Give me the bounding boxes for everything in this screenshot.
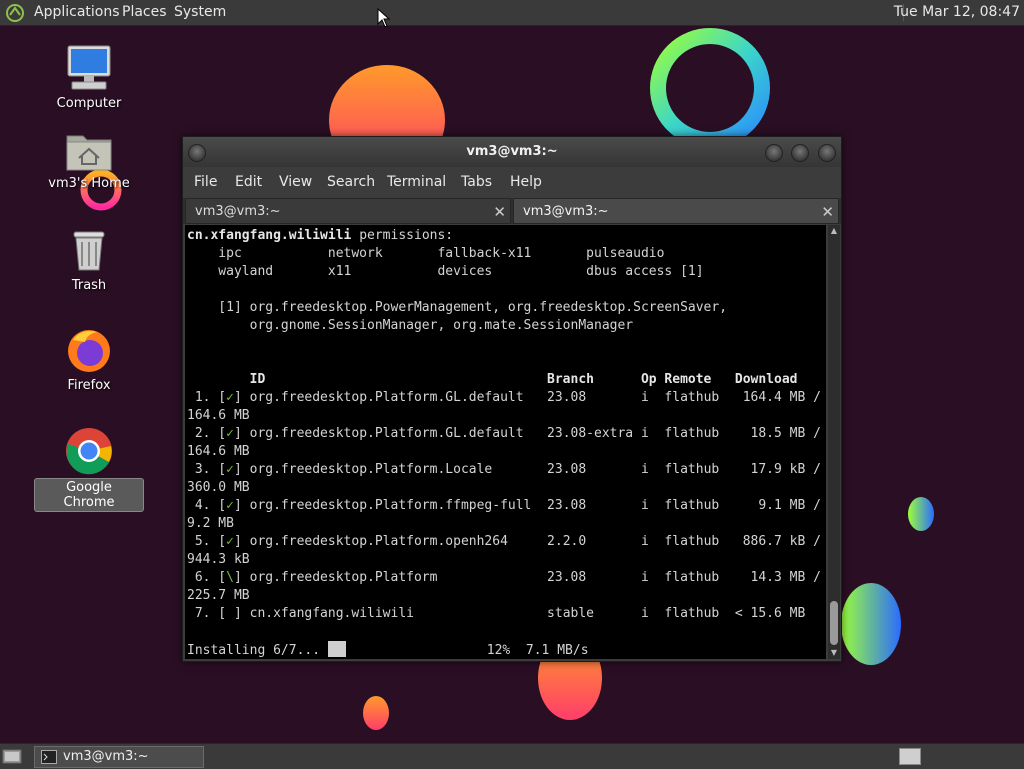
table-row: 1. [✓] org.freedesktop.Platform.GL.defau… bbox=[187, 390, 821, 405]
system-menu[interactable]: System bbox=[170, 0, 230, 25]
permissions-line: wayland x11 devices dbus access [1] bbox=[187, 264, 704, 279]
check-mark: ✓ bbox=[226, 390, 234, 405]
maximize-icon[interactable] bbox=[791, 144, 809, 162]
menu-view[interactable]: View bbox=[279, 167, 312, 197]
tab-label: vm3@vm3:~ bbox=[523, 204, 609, 219]
tab-bar: vm3@vm3:~ ✕ vm3@vm3:~ ✕ bbox=[183, 198, 841, 224]
desktop-icon-label: Computer bbox=[56, 96, 122, 111]
table-header: ID Branch Op Remote Download bbox=[187, 372, 798, 387]
tab-1[interactable]: vm3@vm3:~ ✕ bbox=[185, 198, 511, 224]
terminal-output[interactable]: cn.xfangfang.wiliwili permissions: ipc n… bbox=[185, 225, 826, 659]
window-titlebar[interactable]: vm3@vm3:~ bbox=[183, 137, 841, 167]
desktop-icon-home[interactable]: vm3's Home bbox=[34, 128, 144, 192]
table-row-cont: 164.6 MB bbox=[187, 408, 250, 423]
close-icon[interactable] bbox=[818, 144, 836, 162]
table-row-cont: 225.7 MB bbox=[187, 588, 250, 603]
scroll-up-icon[interactable]: ▲ bbox=[829, 226, 839, 236]
table-row-cont: 360.0 MB bbox=[187, 480, 250, 495]
top-panel: Applications Places System Tue Mar 12, 0… bbox=[0, 0, 1024, 26]
show-desktop-icon[interactable] bbox=[2, 747, 22, 765]
pending-mark bbox=[226, 606, 234, 621]
table-row: 3. [✓] org.freedesktop.Platform.Locale 2… bbox=[187, 462, 821, 477]
table-row: 2. [✓] org.freedesktop.Platform.GL.defau… bbox=[187, 426, 821, 441]
window-title: vm3@vm3:~ bbox=[466, 144, 558, 159]
permissions-note: org.gnome.SessionManager, org.mate.Sessi… bbox=[187, 318, 634, 333]
app-id: cn.xfangfang.wiliwili bbox=[187, 228, 352, 243]
desktop-icon-label: Google Chrome bbox=[34, 478, 144, 512]
places-menu[interactable]: Places bbox=[118, 0, 171, 25]
desktop-icon-trash[interactable]: Trash bbox=[34, 228, 144, 294]
table-row: 4. [✓] org.freedesktop.Platform.ffmpeg-f… bbox=[187, 498, 821, 513]
check-mark: ✓ bbox=[226, 426, 234, 441]
computer-icon bbox=[67, 45, 111, 90]
desktop-icon-firefox[interactable]: Firefox bbox=[34, 326, 144, 394]
table-row: 5. [✓] org.freedesktop.Platform.openh264… bbox=[187, 534, 821, 549]
tab-close-icon[interactable]: ✕ bbox=[493, 199, 506, 225]
scrollbar-thumb[interactable] bbox=[830, 601, 838, 645]
scroll-down-icon[interactable]: ▼ bbox=[829, 648, 839, 658]
install-progress: 12% 7.1 MB/s bbox=[345, 643, 589, 658]
table-row-cont: 944.3 kB bbox=[187, 552, 250, 567]
taskbar-terminal-button[interactable]: vm3@vm3:~ bbox=[34, 746, 204, 768]
check-mark: ✓ bbox=[226, 498, 234, 513]
menu-file[interactable]: File bbox=[194, 167, 217, 197]
menu-edit[interactable]: Edit bbox=[235, 167, 262, 197]
table-row-cont: 164.6 MB bbox=[187, 444, 250, 459]
chrome-icon bbox=[66, 428, 112, 475]
desktop-icon-label: vm3's Home bbox=[48, 176, 130, 191]
mouse-pointer-icon bbox=[377, 8, 391, 28]
install-status: Installing 6/7... bbox=[187, 643, 328, 658]
permissions-line: ipc network fallback-x11 pulseaudio bbox=[187, 246, 665, 261]
desktop-icon-chrome[interactable]: Google Chrome bbox=[34, 426, 144, 512]
bottom-panel: vm3@vm3:~ bbox=[0, 743, 1024, 769]
table-row-cont: 9.2 MB bbox=[187, 516, 234, 531]
tab-2[interactable]: vm3@vm3:~ ✕ bbox=[513, 198, 839, 224]
menu-help[interactable]: Help bbox=[510, 167, 542, 197]
menu-search[interactable]: Search bbox=[327, 167, 375, 197]
terminal-scrollbar[interactable]: ▲ ▼ bbox=[828, 225, 840, 659]
table-row: 6. [\] org.freedesktop.Platform 23.08 i … bbox=[187, 570, 821, 585]
terminal-icon bbox=[41, 750, 57, 764]
menu-terminal[interactable]: Terminal bbox=[387, 167, 446, 197]
desktop-icon-computer[interactable]: Computer bbox=[34, 44, 144, 112]
progress-mark: \ bbox=[226, 570, 234, 585]
trash-icon bbox=[73, 231, 105, 271]
taskbar-label: vm3@vm3:~ bbox=[63, 749, 149, 764]
minimize-icon[interactable] bbox=[765, 144, 783, 162]
applications-menu[interactable]: Applications bbox=[30, 0, 124, 25]
home-folder-icon bbox=[66, 135, 112, 171]
menu-tabs[interactable]: Tabs bbox=[461, 167, 492, 197]
permissions-label: permissions: bbox=[351, 228, 454, 243]
terminal-cursor bbox=[327, 641, 346, 657]
table-row: 7. [ ] cn.xfangfang.wiliwili stable i fl… bbox=[187, 606, 806, 621]
mate-logo-icon[interactable] bbox=[4, 3, 26, 23]
firefox-icon bbox=[68, 330, 110, 372]
tab-label: vm3@vm3:~ bbox=[195, 204, 281, 219]
terminal-window: vm3@vm3:~ File Edit View Search Terminal… bbox=[182, 136, 842, 662]
clock[interactable]: Tue Mar 12, 08:47 bbox=[894, 0, 1020, 25]
window-menu-icon[interactable] bbox=[188, 144, 206, 162]
desktop-icon-label: Firefox bbox=[67, 378, 111, 393]
workspace-switcher[interactable] bbox=[899, 748, 921, 765]
permissions-note: [1] org.freedesktop.PowerManagement, org… bbox=[187, 300, 728, 315]
check-mark: ✓ bbox=[226, 462, 234, 477]
check-mark: ✓ bbox=[226, 534, 234, 549]
desktop-icon-label: Trash bbox=[71, 278, 107, 293]
menubar: File Edit View Search Terminal Tabs Help bbox=[183, 167, 841, 197]
tab-close-icon[interactable]: ✕ bbox=[821, 199, 834, 225]
